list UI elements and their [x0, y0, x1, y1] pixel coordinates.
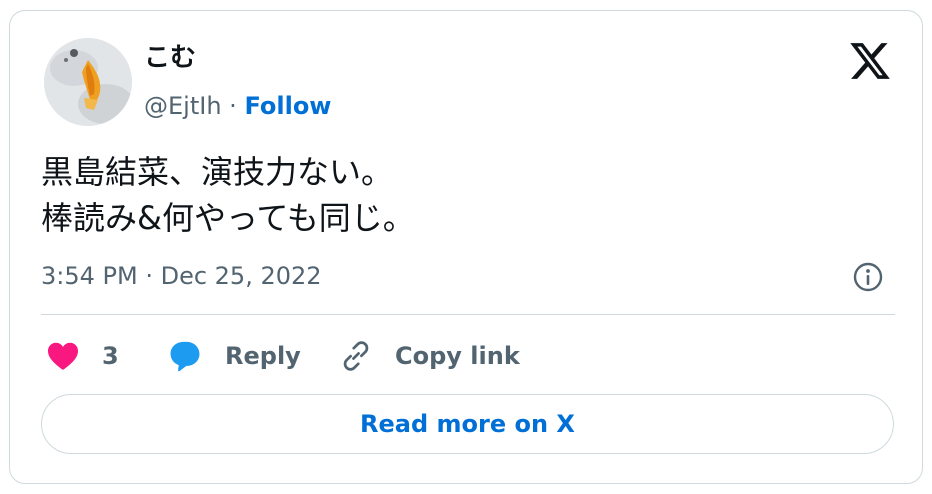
heart-icon [48, 342, 78, 370]
copy-link-button[interactable]: Copy link [339, 337, 520, 375]
link-icon [343, 341, 369, 371]
embedded-tweet-card: こむ @EjtIh · Follow 黒島結菜、演技力ない。 棒読み&何やっても… [9, 10, 923, 484]
separator-dot: · [229, 92, 237, 120]
avatar-image [44, 38, 132, 126]
read-more-button[interactable]: Read more on X [41, 394, 894, 454]
copy-link-label: Copy link [395, 342, 520, 370]
follow-button[interactable]: Follow [244, 92, 331, 120]
info-icon[interactable] [852, 261, 884, 293]
author-handle[interactable]: @EjtIh [144, 92, 222, 120]
tweet-text-line: 黒島結菜、演技力ない。 [41, 153, 394, 191]
author-display-name[interactable]: こむ [144, 41, 196, 75]
reply-label: Reply [225, 342, 301, 370]
avatar[interactable] [44, 38, 132, 126]
divider [41, 314, 895, 315]
like-button[interactable]: 3 [46, 337, 119, 375]
reply-button[interactable]: Reply [167, 337, 301, 375]
like-count: 3 [102, 342, 119, 370]
x-logo-icon[interactable] [848, 39, 892, 83]
tweet-text-line: 棒読み&何やっても同じ。 [41, 199, 415, 237]
tweet-timestamp[interactable]: 3:54 PM · Dec 25, 2022 [41, 259, 322, 293]
tweet-text: 黒島結菜、演技力ない。 棒読み&何やっても同じ。 [41, 149, 415, 241]
author-handle-row: @EjtIh · Follow [144, 89, 331, 123]
speech-bubble-icon [170, 341, 200, 372]
